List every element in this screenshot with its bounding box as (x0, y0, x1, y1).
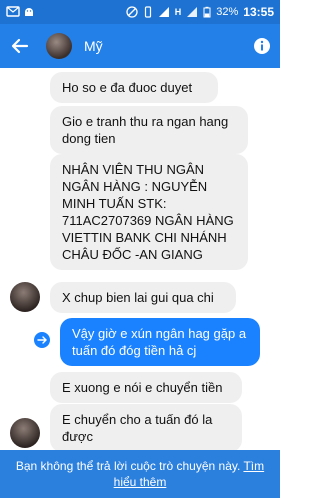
contact-avatar[interactable] (46, 33, 72, 59)
signal-icon (158, 6, 170, 18)
info-button[interactable] (244, 24, 280, 68)
signal-icon-2 (186, 6, 198, 18)
back-button[interactable] (0, 24, 40, 68)
contact-avatar[interactable] (10, 282, 40, 312)
message-bubble[interactable]: NHÂN VIÊN THU NGÂN NGÂN HÀNG : NGUYỄN MI… (50, 154, 248, 270)
message-list[interactable]: Ho so e đa đuoc duyet Gio e tranh thu ra… (0, 68, 280, 450)
battery-level: 32% (216, 6, 239, 18)
clock: 13:55 (243, 5, 274, 19)
sent-status-icon (34, 332, 50, 348)
cannot-reply-banner: Bạn không thể trả lời cuộc trò chuyện nà… (0, 450, 280, 498)
contact-avatar[interactable] (10, 418, 40, 448)
message-bubble[interactable]: Vậy giờ e xún ngân hag gặp a tuấn đó đóg… (60, 318, 260, 366)
status-bar: H 32% 13:55 (0, 0, 280, 24)
message-bubble[interactable]: Gio e tranh thu ra ngan hang dong tien (50, 106, 248, 154)
conversation-header: Mỹ (0, 24, 280, 68)
message-bubble[interactable]: Ho so e đa đuoc duyet (50, 72, 218, 103)
vibrate-icon (143, 6, 153, 18)
message-bubble[interactable]: X chup bien lai gui qua chi (50, 282, 236, 313)
do-not-disturb-icon (126, 6, 138, 18)
contact-name[interactable]: Mỹ (84, 38, 244, 54)
cannot-reply-text: Bạn không thể trả lời cuộc trò chuyện nà… (15, 459, 241, 473)
message-bubble[interactable]: E chuyển cho a tuấn đó la được (50, 404, 242, 450)
android-icon (23, 6, 35, 18)
battery-icon (203, 6, 211, 18)
network-type: H (174, 7, 182, 17)
message-notification-icon (6, 6, 20, 18)
message-bubble[interactable]: E xuong e nói e chuyển tiền (50, 372, 242, 403)
info-icon (254, 38, 270, 54)
back-arrow-icon (11, 38, 29, 54)
